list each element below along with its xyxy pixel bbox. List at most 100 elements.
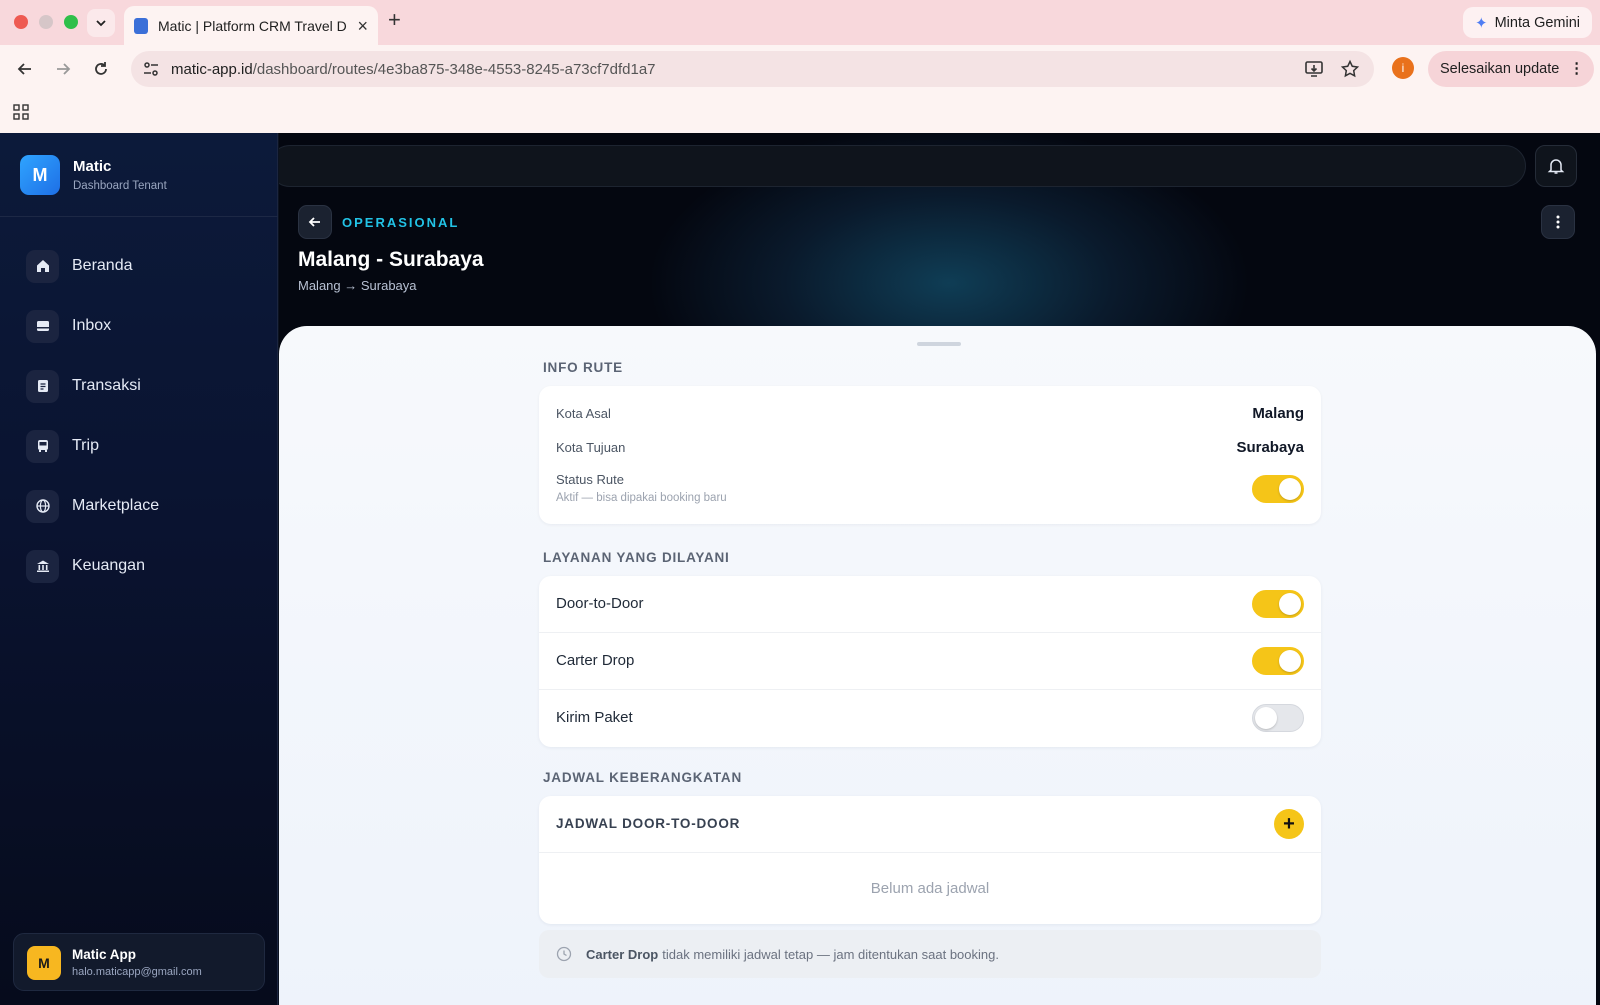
update-button[interactable]: Selesaikan update ⋮ bbox=[1428, 51, 1594, 87]
window-minimize-button[interactable] bbox=[39, 15, 53, 29]
browser-tab[interactable]: Matic | Platform CRM Travel D × bbox=[124, 6, 378, 45]
sidebar-item-inbox[interactable]: Inbox bbox=[0, 296, 278, 356]
bell-icon bbox=[1547, 159, 1565, 174]
top-search-bar[interactable] bbox=[279, 145, 1526, 187]
arrow-right-icon bbox=[57, 63, 71, 75]
page-title: Malang - Surabaya bbox=[298, 248, 484, 271]
toggle-knob bbox=[1279, 650, 1301, 672]
tab-search-button[interactable] bbox=[87, 9, 115, 37]
service-label: Kirim Paket bbox=[556, 709, 633, 726]
apps-grid-icon[interactable] bbox=[13, 104, 29, 120]
gemini-button[interactable]: ✦ Minta Gemini bbox=[1463, 7, 1592, 38]
sheet-drag-handle[interactable] bbox=[917, 342, 961, 346]
jadwal-door-to-door-card: JADWAL DOOR-TO-DOOR + Belum ada jadwal bbox=[539, 796, 1321, 924]
note-text: tidak memiliki jadwal tetap — jam ditent… bbox=[662, 946, 999, 962]
service-label: Door-to-Door bbox=[556, 595, 644, 612]
tab-close-icon[interactable]: × bbox=[357, 17, 368, 35]
sidebar: M Matic Dashboard Tenant Beranda Inbox T… bbox=[0, 133, 278, 1005]
star-icon[interactable] bbox=[1340, 59, 1360, 79]
home-icon bbox=[26, 249, 59, 283]
section-title-info-rute: INFO RUTE bbox=[543, 360, 623, 375]
arrow-left-icon bbox=[17, 63, 31, 75]
brand-logo: M bbox=[20, 155, 60, 195]
kota-tujuan-label: Kota Tujuan bbox=[556, 440, 626, 455]
add-schedule-button[interactable]: + bbox=[1274, 809, 1304, 839]
url-path: /dashboard/routes/4e3ba875-348e-4553-824… bbox=[252, 60, 656, 78]
chevron-down-icon bbox=[96, 20, 106, 27]
note-bold: Carter Drop bbox=[586, 946, 659, 962]
section-title-layanan: LAYANAN YANG DILAYANI bbox=[543, 550, 730, 565]
sidebar-item-beranda[interactable]: Beranda bbox=[0, 236, 278, 296]
user-email: halo.maticapp@gmail.com bbox=[72, 966, 202, 978]
route-detail-sheet: INFO RUTE Kota Asal Malang Kota Tujuan S… bbox=[279, 326, 1596, 1005]
bus-icon bbox=[26, 429, 59, 463]
forward-nav-button[interactable] bbox=[50, 56, 76, 82]
more-options-button[interactable] bbox=[1541, 205, 1575, 239]
brand-header: M Matic Dashboard Tenant bbox=[0, 133, 278, 217]
info-rute-card: Kota Asal Malang Kota Tujuan Surabaya St… bbox=[539, 386, 1321, 524]
status-rute-toggle[interactable] bbox=[1252, 475, 1304, 503]
sidebar-item-label: Trip bbox=[72, 437, 99, 454]
reload-button[interactable] bbox=[88, 56, 114, 82]
list-item-carter-drop: Carter Drop bbox=[539, 633, 1321, 690]
page-subtitle: Malang → Surabaya bbox=[298, 278, 417, 293]
window-close-button[interactable] bbox=[14, 15, 28, 29]
more-vertical-icon: ⋮ bbox=[1569, 61, 1584, 77]
notifications-button[interactable] bbox=[1535, 145, 1577, 187]
toggle-knob bbox=[1279, 593, 1301, 615]
list-item-kirim-paket: Kirim Paket bbox=[539, 690, 1321, 747]
gemini-label: Minta Gemini bbox=[1494, 14, 1580, 31]
sidebar-item-transaksi[interactable]: Transaksi bbox=[0, 356, 278, 416]
sidebar-item-marketplace[interactable]: Marketplace bbox=[0, 476, 278, 536]
install-app-icon[interactable] bbox=[1304, 59, 1324, 79]
user-name: Matic App bbox=[72, 947, 136, 962]
toggle-knob bbox=[1255, 707, 1277, 729]
avatar: M bbox=[27, 946, 61, 980]
tab-title: Matic | Platform CRM Travel D bbox=[158, 17, 347, 34]
toggle-knob bbox=[1279, 478, 1301, 500]
empty-schedule-text: Belum ada jadwal bbox=[870, 880, 990, 897]
sidebar-item-label: Transaksi bbox=[72, 377, 141, 394]
sidebar-item-trip[interactable]: Trip bbox=[0, 416, 278, 476]
favicon-icon bbox=[134, 17, 148, 34]
address-bar[interactable]: matic-app.id/dashboard/routes/4e3ba875-3… bbox=[131, 51, 1374, 87]
document-icon bbox=[26, 369, 59, 403]
service-label: Carter Drop bbox=[556, 652, 635, 669]
section-eyebrow: OPERASIONAL bbox=[342, 215, 460, 230]
reload-icon bbox=[95, 62, 107, 75]
inbox-icon bbox=[26, 309, 59, 343]
door-to-door-toggle[interactable] bbox=[1252, 590, 1304, 618]
sidebar-item-label: Beranda bbox=[72, 257, 133, 274]
carter-drop-toggle[interactable] bbox=[1252, 647, 1304, 675]
jadwal-card-title: JADWAL DOOR-TO-DOOR bbox=[556, 816, 741, 831]
gemini-sparkle-icon: ✦ bbox=[1475, 14, 1488, 32]
browser-toolbar: matic-app.id/dashboard/routes/4e3ba875-3… bbox=[0, 45, 1600, 92]
kota-tujuan-value: Surabaya bbox=[1236, 439, 1304, 456]
status-rute-label: Status Rute bbox=[556, 472, 624, 487]
browser-tab-bar: Matic | Platform CRM Travel D × + ✦ Mint… bbox=[0, 0, 1600, 45]
status-rute-hint: Aktif — bisa dipakai booking baru bbox=[556, 492, 727, 504]
user-profile-card[interactable]: M Matic App halo.maticapp@gmail.com bbox=[13, 933, 265, 991]
profile-avatar[interactable]: i bbox=[1392, 57, 1414, 79]
update-label: Selesaikan update bbox=[1440, 61, 1560, 77]
window-maximize-button[interactable] bbox=[64, 15, 78, 29]
brand-name: Matic bbox=[73, 158, 112, 175]
globe-icon bbox=[26, 489, 59, 523]
sidebar-menu: Beranda Inbox Transaksi Trip Marketplace bbox=[0, 236, 278, 596]
kota-asal-label: Kota Asal bbox=[556, 406, 611, 421]
list-item-door-to-door: Door-to-Door bbox=[539, 576, 1321, 633]
section-title-jadwal: JADWAL KEBERANGKATAN bbox=[543, 770, 743, 785]
url-domain: matic-app.id bbox=[171, 60, 253, 78]
kota-asal-value: Malang bbox=[1252, 405, 1304, 422]
carter-drop-note: Carter Drop tidak memiliki jadwal tetap … bbox=[539, 930, 1321, 978]
kirim-paket-toggle[interactable] bbox=[1252, 704, 1304, 732]
site-settings-icon[interactable] bbox=[142, 60, 160, 78]
divider bbox=[539, 852, 1321, 853]
more-vertical-icon bbox=[1556, 215, 1560, 229]
back-nav-button[interactable] bbox=[12, 56, 38, 82]
sidebar-item-label: Keuangan bbox=[72, 557, 145, 574]
arrow-left-icon bbox=[308, 217, 320, 227]
sidebar-item-keuangan[interactable]: Keuangan bbox=[0, 536, 278, 596]
back-button[interactable] bbox=[298, 205, 332, 239]
new-tab-button[interactable]: + bbox=[388, 9, 401, 31]
